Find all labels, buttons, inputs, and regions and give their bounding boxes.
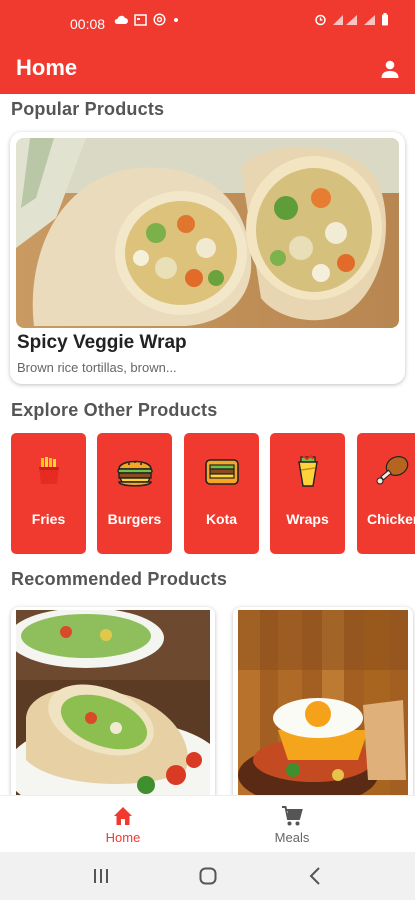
back-icon[interactable] (308, 866, 322, 886)
dot-icon (174, 18, 178, 22)
category-label: Wraps (286, 511, 329, 527)
burger-egg-photo (238, 610, 408, 795)
nav-label: Meals (274, 830, 310, 845)
cloud-icon (114, 15, 128, 24)
cart-icon (282, 806, 303, 826)
alarm-icon (315, 14, 326, 26)
app-bar: Home (0, 46, 415, 94)
wrap-icon (297, 454, 318, 487)
battery-icon (382, 13, 388, 26)
user-icon[interactable] (379, 58, 401, 80)
home-content[interactable]: Popular Products Spicy Veggie Wrap Brown… (0, 94, 415, 795)
recommended-product-card[interactable] (11, 607, 215, 795)
category-chicken[interactable]: Chicken (357, 433, 415, 554)
status-time: 00:08 (70, 16, 106, 32)
system-navigation-bar (0, 852, 415, 900)
burger-icon (116, 460, 153, 487)
status-left-icons (114, 13, 180, 27)
nav-meals[interactable]: Meals (232, 796, 352, 853)
recommended-product-card[interactable] (233, 607, 413, 795)
wifi-icon (364, 14, 375, 25)
home-icon (114, 807, 132, 825)
popular-section-title: Popular Products (11, 99, 165, 119)
bottom-navigation: Home Meals (0, 795, 415, 852)
category-label: Burgers (107, 511, 162, 527)
recent-apps-icon[interactable] (92, 866, 110, 886)
category-label: Chicken (367, 511, 415, 527)
popular-product-description: Brown rice tortillas, brown... (17, 360, 177, 375)
home-button-icon[interactable] (198, 866, 218, 886)
signal-icon (333, 14, 357, 25)
explore-section-title: Explore Other Products (11, 400, 218, 420)
calendar-icon (134, 14, 147, 26)
page-title: Home (16, 55, 78, 80)
category-fries[interactable]: Fries (11, 433, 86, 554)
kota-icon (204, 459, 239, 485)
status-right-icons (314, 13, 389, 26)
recommended-section-title: Recommended Products (11, 569, 228, 589)
at-icon (153, 13, 166, 26)
wrap-plate-photo (16, 610, 210, 795)
category-label: Kota (205, 511, 238, 527)
fries-icon (38, 457, 59, 484)
category-burgers[interactable]: Burgers (97, 433, 172, 554)
popular-product-card[interactable]: Spicy Veggie Wrap Brown rice tortillas, … (10, 132, 405, 384)
nav-label: Home (105, 830, 141, 845)
status-bar: 00:08 (0, 0, 415, 46)
category-wraps[interactable]: Wraps (270, 433, 345, 554)
chicken-leg-icon (376, 456, 409, 485)
nav-home[interactable]: Home (63, 796, 183, 853)
category-label: Fries (31, 511, 66, 527)
category-kota[interactable]: Kota (184, 433, 259, 554)
spicy-veggie-wrap-image (16, 138, 399, 328)
popular-product-name: Spicy Veggie Wrap (17, 332, 187, 353)
